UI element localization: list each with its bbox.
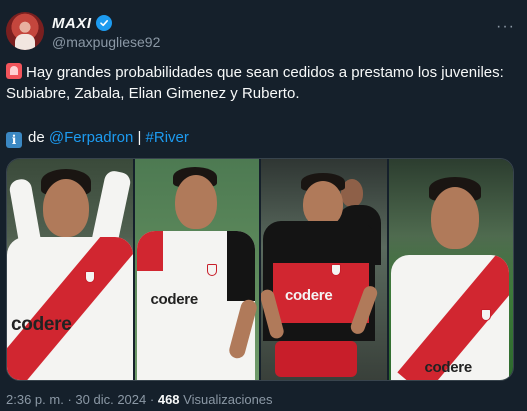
tweet-date[interactable]: 30 dic. 2024 bbox=[75, 392, 146, 407]
more-options-icon[interactable]: ··· bbox=[496, 18, 515, 36]
player-4-face bbox=[430, 187, 479, 249]
views-label: Visualizaciones bbox=[183, 392, 273, 407]
tweet-card: MAXI @maxpugliese92 ··· Hay grandes prob… bbox=[0, 0, 527, 411]
media-photo-1[interactable]: codere bbox=[7, 159, 133, 380]
jersey-3-crest-icon bbox=[331, 264, 341, 276]
jersey-2-sponsor: codere bbox=[150, 291, 199, 308]
player-1-jersey bbox=[7, 237, 133, 380]
credit-separator: | bbox=[137, 129, 142, 146]
player-3-shorts bbox=[275, 341, 357, 377]
author-handle[interactable]: @maxpugliese92 bbox=[52, 34, 160, 50]
jersey-1-sponsor: codere bbox=[11, 314, 72, 335]
media-photo-4[interactable]: codere bbox=[388, 159, 513, 380]
credit-prefix: de bbox=[28, 129, 45, 146]
mention-link[interactable]: @Ferpadron bbox=[49, 129, 133, 146]
meta-separator-2: · bbox=[149, 392, 155, 407]
meta-separator: · bbox=[67, 392, 72, 407]
views-count: 468 bbox=[157, 392, 180, 407]
jersey-4-crest-icon bbox=[480, 309, 491, 321]
author-names: MAXI @maxpugliese92 bbox=[52, 14, 160, 51]
media-grid: codere codere codere codere bbox=[6, 158, 514, 381]
hashtag-link[interactable]: #River bbox=[146, 129, 189, 146]
player-1-face bbox=[43, 179, 89, 237]
player-2-face bbox=[174, 175, 217, 229]
tweet-credit-line: i de @Ferpadron | #River bbox=[6, 127, 189, 148]
jersey-2-red-sleeve bbox=[136, 231, 163, 271]
jersey-3-sponsor: codere bbox=[285, 287, 333, 304]
jersey-2-crest-icon bbox=[206, 264, 217, 276]
tweet-time[interactable]: 2:36 p. m. bbox=[6, 392, 64, 407]
tweet-header: MAXI @maxpugliese92 ··· bbox=[6, 12, 521, 52]
author-display-name[interactable]: MAXI bbox=[52, 15, 92, 32]
tweet-meta: 2:36 p. m. · 30 dic. 2024 · 468 Visualiz… bbox=[6, 392, 273, 407]
information-emoji-icon: i bbox=[6, 132, 22, 148]
display-name-row: MAXI bbox=[52, 14, 160, 32]
tweet-text-content: Hay grandes probabilidades que sean cedi… bbox=[6, 64, 504, 102]
tweet-text: Hay grandes probabilidades que sean cedi… bbox=[6, 62, 516, 104]
jersey-1-red-band bbox=[7, 237, 133, 380]
jersey-1-crest-icon bbox=[85, 271, 95, 283]
verified-badge-icon bbox=[95, 15, 112, 31]
jersey-4-sponsor: codere bbox=[424, 359, 473, 376]
author-avatar[interactable] bbox=[6, 12, 44, 50]
rotating-light-emoji-icon bbox=[6, 63, 22, 79]
jersey-2-black-sleeve bbox=[226, 231, 255, 301]
media-photo-2[interactable]: codere bbox=[134, 159, 259, 380]
media-photo-3[interactable]: codere bbox=[261, 159, 387, 380]
